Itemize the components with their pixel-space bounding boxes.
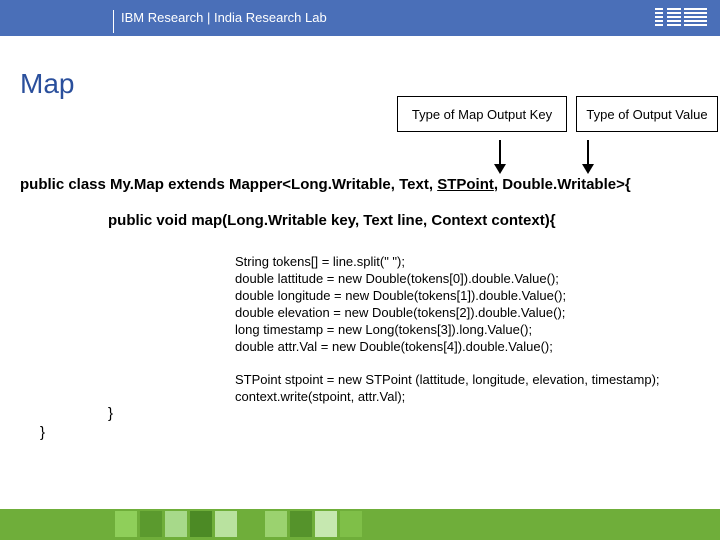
code-line: double elevation = new Double(tokens[2])…: [235, 305, 566, 320]
footer-image-strip: [0, 509, 720, 540]
code-line: double longitude = new Double(tokens[1])…: [235, 288, 567, 303]
code-line: STPoint stpoint = new STPoint (lattitude…: [235, 372, 660, 387]
code-line: String tokens[] = line.split(" ");: [235, 254, 405, 269]
footer-tile: [115, 511, 137, 537]
footer-tile: [265, 511, 287, 537]
method-close-brace: }: [108, 405, 114, 422]
arrow-value-head: [582, 164, 594, 174]
arrow-key-line: [499, 140, 501, 166]
footer-tile: [190, 511, 212, 537]
method-declaration: public void map(Long.Writable key, Text …: [108, 212, 556, 229]
arrow-value-line: [587, 140, 589, 166]
callout-map-output-key: Type of Map Output Key: [397, 96, 567, 132]
footer-tile: [290, 511, 312, 537]
class-decl-stpoint: STPoint: [437, 176, 494, 193]
footer-tile: [165, 511, 187, 537]
callout-output-value: Type of Output Value: [576, 96, 718, 132]
footer-tile: [340, 511, 362, 537]
code-line: double attr.Val = new Double(tokens[4]).…: [235, 339, 553, 354]
footer-tile: [140, 511, 162, 537]
code-line: long timestamp = new Long(tokens[3]).lon…: [235, 322, 533, 337]
class-decl-suffix: , Double.Writable>{: [493, 176, 631, 193]
arrow-key-head: [494, 164, 506, 174]
footer-tile: [315, 511, 337, 537]
ibm-logo: [655, 6, 707, 30]
class-close-brace: }: [40, 424, 46, 441]
header-bar: IBM Research | India Research Lab: [0, 0, 720, 36]
header-title: IBM Research | India Research Lab: [121, 10, 327, 25]
code-line: context.write(stpoint, attr.Val);: [235, 389, 406, 404]
class-declaration: public class My.Map extends Mapper<Long.…: [20, 176, 631, 193]
footer-tile: [215, 511, 237, 537]
class-decl-prefix: public class My.Map extends Mapper<Long.…: [20, 176, 438, 193]
code-line: double lattitude = new Double(tokens[0])…: [235, 271, 559, 286]
header-divider: [113, 10, 114, 33]
slide-title: Map: [20, 68, 75, 99]
footer-tile: [240, 511, 262, 537]
